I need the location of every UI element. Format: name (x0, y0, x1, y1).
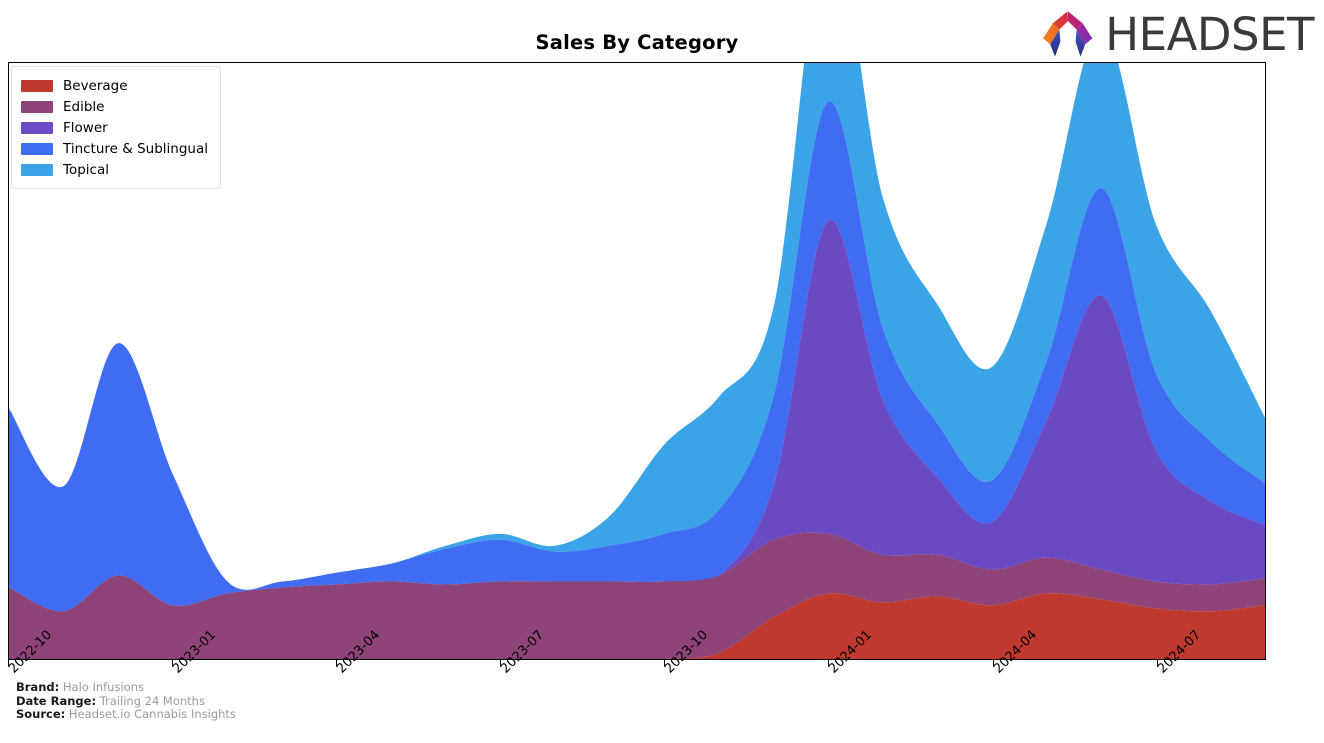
legend-item[interactable]: Flower (21, 117, 211, 138)
footnote-key: Date Range: (16, 693, 97, 708)
legend-label: Topical (63, 161, 109, 178)
footnote-key: Brand: (16, 680, 60, 694)
legend-swatch-icon (21, 100, 53, 113)
footnote-key: Source: (16, 707, 66, 721)
footnote-row: Source: Headset.io Cannabis Insights (16, 707, 236, 722)
footnote-row: Date Range: Trailing 24 Months (16, 693, 236, 709)
legend-item[interactable]: Tincture & Sublingual (21, 138, 211, 159)
legend-label: Flower (63, 119, 108, 136)
headset-logo: HEADSET (1041, 6, 1314, 62)
legend-label: Beverage (63, 77, 128, 94)
legend-swatch-icon (21, 142, 53, 155)
headset-arch-logo-icon (1043, 11, 1093, 57)
legend-swatch-icon (21, 79, 53, 92)
footnote-value: Headset.io Cannabis Insights (65, 707, 236, 721)
footnote-value: Trailing 24 Months (96, 693, 205, 708)
footnote-value: Halo Infusions (59, 680, 144, 694)
chart-legend: Beverage Edible Flower Tincture & Sublingua… (11, 66, 221, 189)
legend-label: Tincture & Sublingual (63, 140, 208, 157)
logo-wordmark: HEADSET (1105, 7, 1314, 61)
legend-swatch-icon (21, 163, 53, 176)
footnote-row: Brand: Halo Infusions (16, 680, 236, 695)
legend-item[interactable]: Beverage (21, 75, 211, 96)
legend-item[interactable]: Topical (21, 159, 211, 180)
legend-swatch-icon (21, 121, 53, 134)
legend-item[interactable]: Edible (21, 96, 211, 117)
legend-label: Edible (63, 98, 105, 115)
chart-footnotes: Brand: Halo Infusions Date Range: Trailin… (16, 680, 236, 722)
